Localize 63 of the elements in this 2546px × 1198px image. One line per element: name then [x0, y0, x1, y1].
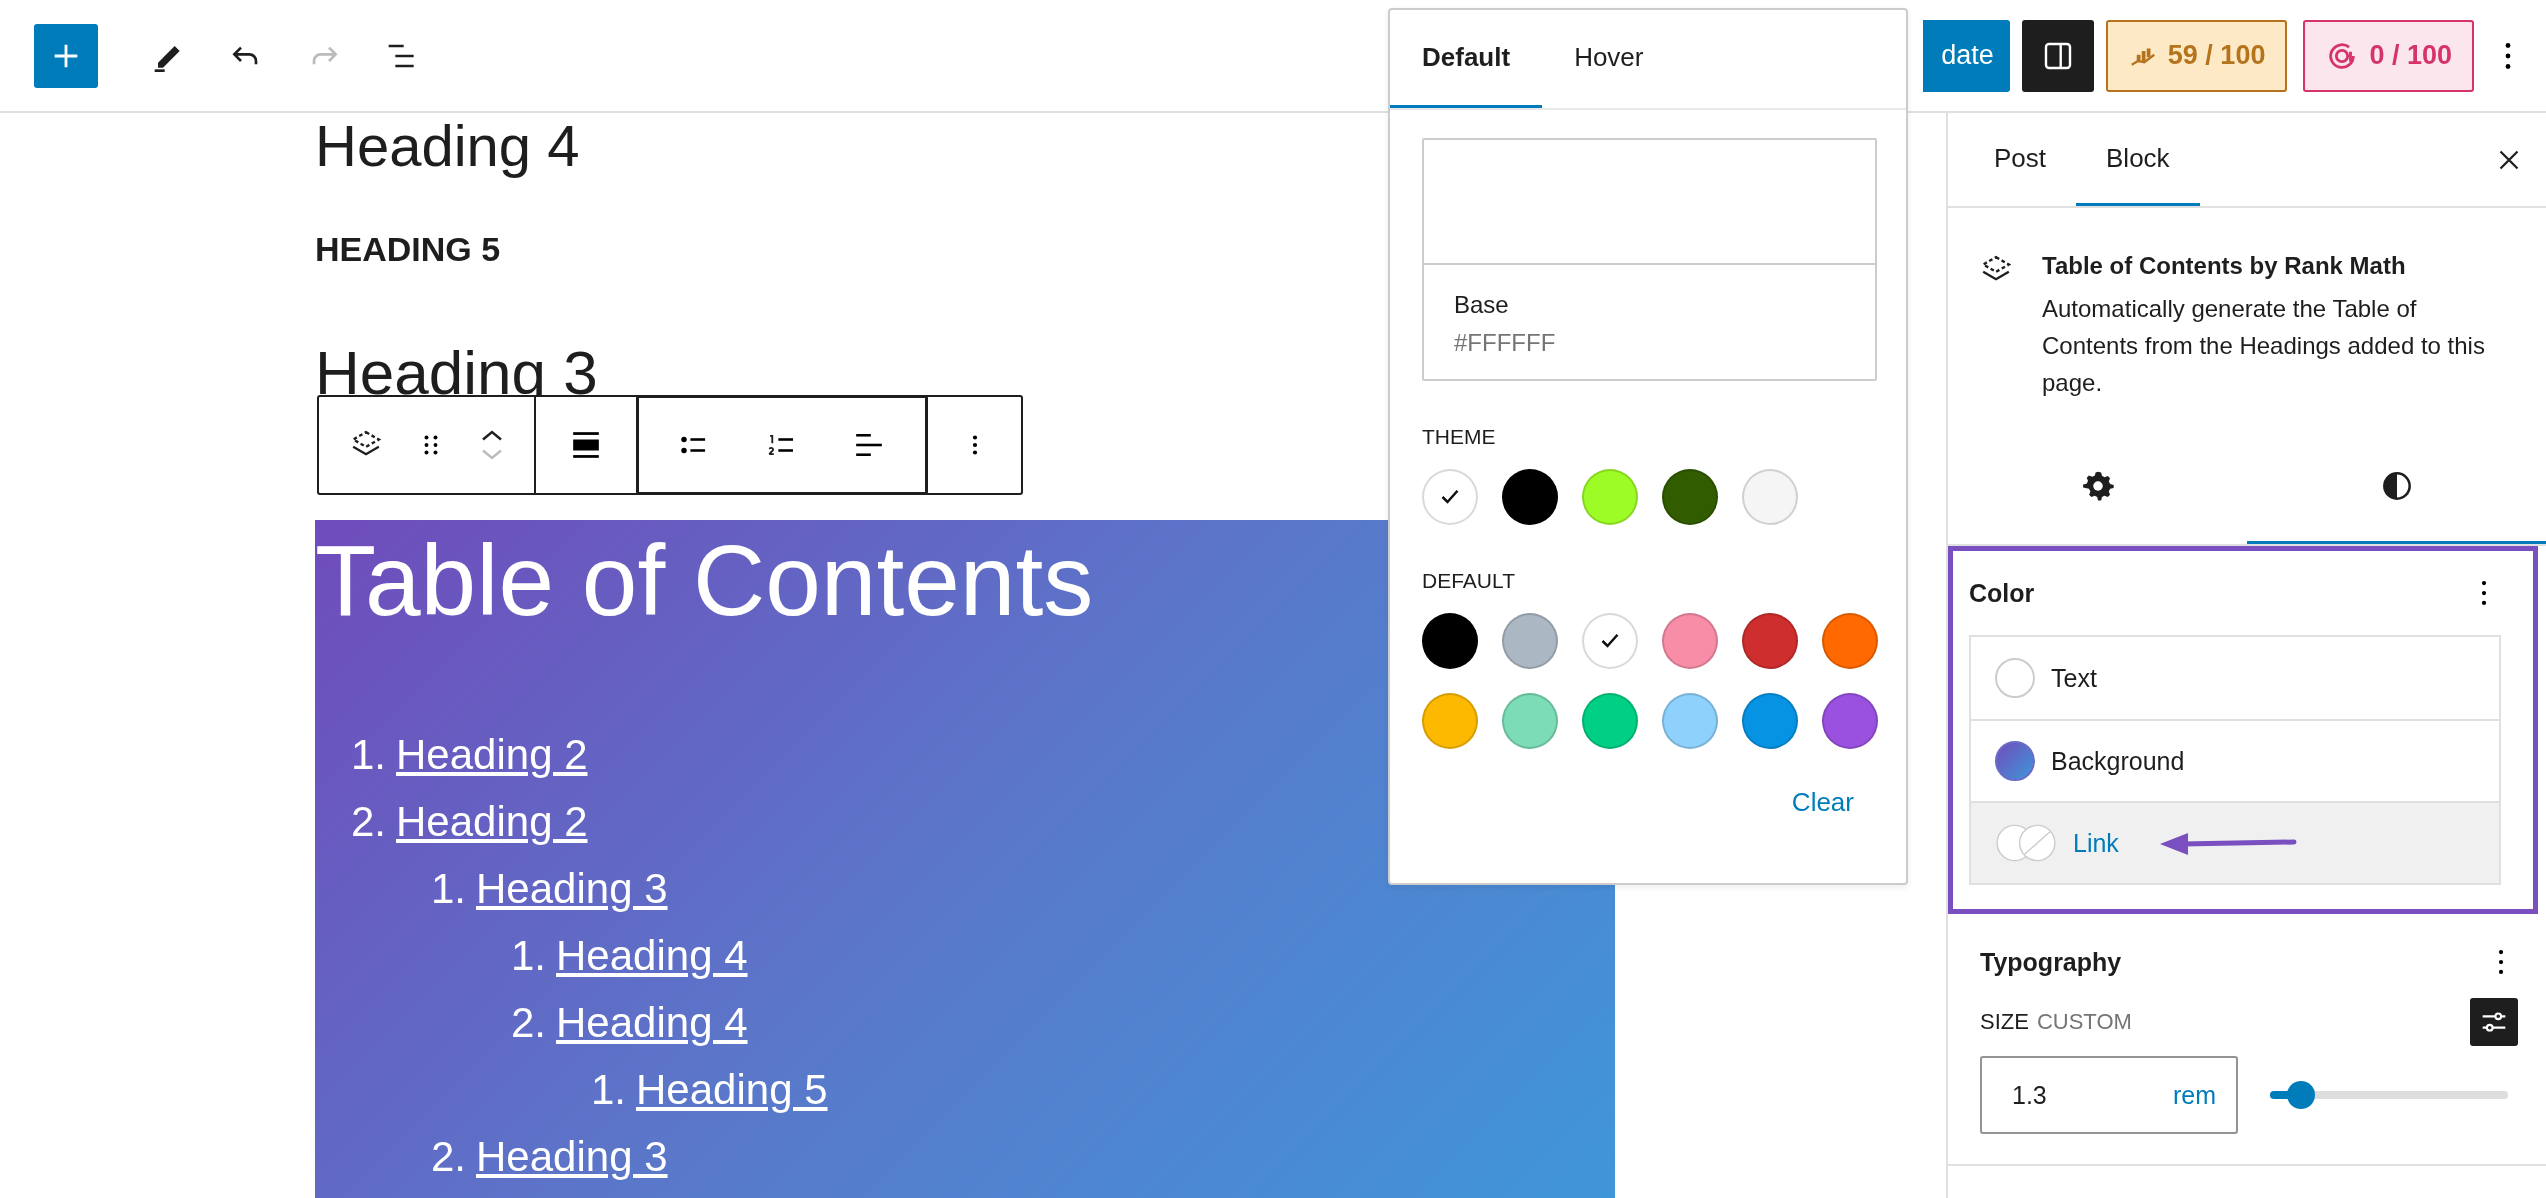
size-label: SIZE	[1980, 1009, 2029, 1035]
list-number: 1.	[511, 931, 547, 982]
toc-link[interactable]: Heading 5	[636, 1060, 828, 1121]
list-number: 2.	[431, 1132, 467, 1183]
heading: HEADING 5	[315, 229, 501, 269]
list-number: 2.	[351, 797, 387, 848]
block-title: Table of Contents by Rank Math	[2042, 251, 2407, 281]
tab[interactable]: Block	[2076, 113, 2200, 206]
clear-button[interactable]: Clear	[1791, 787, 1854, 818]
palette-label: DEFAULT	[1422, 569, 1516, 593]
color-swatch[interactable]	[1502, 469, 1558, 525]
color-swatch[interactable]	[1662, 693, 1718, 749]
color-swatch[interactable]	[1822, 693, 1878, 749]
ai-score-button[interactable]: 0 / 100	[2303, 19, 2474, 92]
color-swatch[interactable]	[1422, 613, 1478, 669]
size-field[interactable]: 1.3 rem	[1980, 1056, 2238, 1134]
color-swatch[interactable]	[1742, 693, 1798, 749]
heading: Heading 4	[315, 113, 580, 180]
color-swatch[interactable]	[1662, 613, 1718, 669]
slider[interactable]	[2270, 1080, 2508, 1110]
color-name: Base	[1454, 291, 1510, 319]
split-circles-icon	[1995, 823, 2057, 863]
list-number: 1.	[591, 1065, 627, 1116]
color-option[interactable]: Text	[1971, 637, 2499, 719]
color-swatch[interactable]	[1742, 469, 1798, 525]
list-number: 2.	[511, 998, 547, 1049]
color-swatch[interactable]	[1822, 613, 1878, 669]
toc-title: Table of Contents	[315, 523, 1094, 639]
color-swatch[interactable]	[1662, 469, 1718, 525]
toc-link[interactable]: Heading 4	[556, 993, 748, 1054]
toc-link[interactable]: Heading 3	[476, 859, 668, 920]
color-preview[interactable]: Base #FFFFFF	[1422, 138, 1877, 381]
color-swatch[interactable]	[1502, 613, 1558, 669]
color-swatch[interactable]	[1742, 613, 1798, 669]
sidebar-toggle-button[interactable]	[2021, 19, 2094, 92]
toc-link[interactable]: Heading 4	[556, 926, 748, 987]
toc-link[interactable]: Heading 3	[476, 1127, 668, 1188]
panel-title: Color	[1969, 578, 2035, 608]
color-swatch[interactable]	[1582, 693, 1638, 749]
color-swatch[interactable]	[1502, 693, 1558, 749]
tab[interactable]: Default	[1390, 10, 1543, 108]
color-swatch[interactable]	[1582, 469, 1638, 525]
color-swatch[interactable]	[1582, 613, 1638, 669]
color-swatch[interactable]	[1422, 469, 1478, 525]
toc-link[interactable]: Heading 2	[396, 725, 588, 786]
color-value: #FFFFFF	[1454, 329, 1557, 357]
tab[interactable]: Post	[1964, 113, 2077, 206]
panel-title: Typography	[1980, 947, 2122, 977]
list-number: 1.	[351, 730, 387, 781]
size-hint: CUSTOM	[2036, 1009, 2132, 1035]
palette-label: THEME	[1422, 425, 1497, 449]
tab[interactable]: Hover	[1542, 10, 1676, 108]
color-swatch[interactable]	[1422, 693, 1478, 749]
toc-link[interactable]: Heading 2	[396, 792, 588, 853]
custom-size-button[interactable]	[2470, 998, 2518, 1046]
list-number: 1.	[431, 864, 467, 915]
gradient-indicator	[1995, 741, 2035, 781]
add-block-button[interactable]	[34, 23, 98, 88]
heading: Heading 3	[315, 336, 598, 409]
block-description: Automatically generate the Table of Contents from the Headings added to this page.	[2042, 294, 2486, 398]
update-button[interactable]: date	[1922, 19, 2010, 92]
seo-score-button[interactable]: 59 / 100	[2105, 19, 2288, 92]
color-option[interactable]: Link	[1971, 801, 2499, 883]
